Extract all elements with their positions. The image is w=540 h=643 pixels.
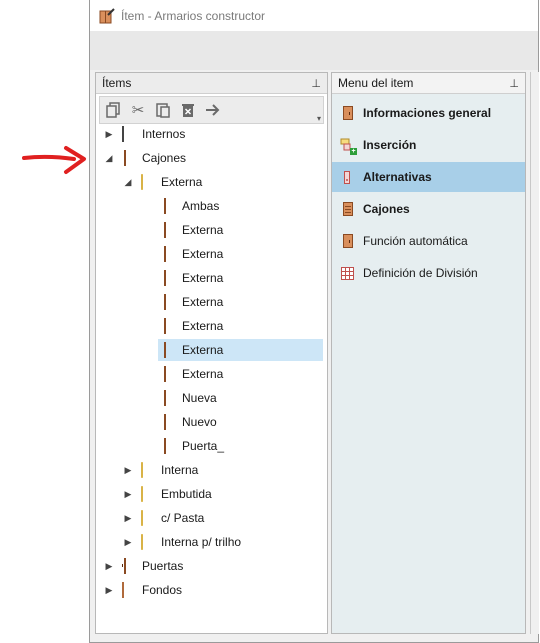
drawer-icon [162,318,176,334]
drawer-icon [122,150,136,166]
paste-icon[interactable] [154,101,172,119]
drawer-icon [162,414,176,430]
tree-item[interactable]: ▶ Puertas [104,555,324,577]
pin-icon[interactable]: ⊥ [311,77,321,90]
division-grid-icon [339,265,355,281]
tree-item[interactable]: ▶ Interna p/ trilho [123,531,323,553]
main-toolbar-area [90,31,538,70]
menu-funcion-automatica[interactable]: Función automática [332,226,525,256]
item-menu-header: Menu del item ⊥ [332,73,525,94]
door-icon [122,558,136,574]
folder-icon [141,462,155,478]
app-window: Ítem - Armarios constructor Ítems ⊥ ✂ ▾ [89,0,539,643]
menu-alternativas[interactable]: Alternativas [332,162,525,192]
tree-item[interactable]: Externa [158,243,323,265]
window-title: Ítem - Armarios constructor [121,8,266,23]
collapse-arrow-icon[interactable]: ◢ [123,177,133,188]
drawer-icon [339,201,355,217]
expand-arrow-icon[interactable]: ▶ [104,129,114,140]
app-icon [99,7,115,24]
drawer-icon [162,270,176,286]
folder-icon [141,486,155,502]
folder-icon [141,510,155,526]
tree-item[interactable]: ▶ c/ Pasta [123,507,323,529]
title-bar: Ítem - Armarios constructor [90,0,538,31]
collapse-arrow-icon[interactable]: ◢ [104,153,114,164]
drawer-icon [162,390,176,406]
arrow-right-icon[interactable] [204,101,222,119]
right-dock-edge [530,72,539,634]
tree-item-selected[interactable]: Externa [158,339,323,361]
drawer-icon [162,246,176,262]
items-pane-header: Ítems ⊥ [96,73,327,94]
tree-item[interactable]: Nueva [158,387,323,409]
tree-item[interactable]: Nuevo [158,411,323,433]
tree-item[interactable]: Ambas [158,195,323,217]
insert-icon: + [339,137,357,155]
annotation-arrow-icon [22,146,86,174]
tree-item[interactable]: ▶ Internos [104,123,324,145]
item-menu-pane: Menu del item ⊥ Informaciones general + … [331,72,526,634]
expand-arrow-icon[interactable]: ▶ [104,561,114,572]
alternatives-icon [339,169,355,185]
folder-icon [141,534,155,550]
drawer-icon [162,294,176,310]
drawer-icon [162,222,176,238]
toolbar-overflow-icon[interactable]: ▾ [317,114,321,123]
tree-item[interactable]: Externa [158,291,323,313]
tree-item[interactable]: Externa [158,315,323,337]
menu-insercion[interactable]: + Inserción [332,130,525,160]
expand-arrow-icon[interactable]: ▶ [123,537,133,548]
drawer-icon [162,342,176,358]
drawer-icon [162,198,176,214]
copy-icon[interactable] [104,101,122,119]
tree-item[interactable]: Externa [158,219,323,241]
expand-arrow-icon[interactable]: ▶ [123,489,133,500]
tree-item[interactable]: ◢ Cajones [104,147,324,169]
expand-arrow-icon[interactable]: ▶ [123,513,133,524]
tree-item[interactable]: ▶ Interna [123,459,323,481]
menu-definicion-de-division[interactable]: Definición de División [332,258,525,288]
back-panel-icon [122,582,136,598]
tree-item[interactable]: Puerta_ [158,435,323,457]
cabinet-info-icon [339,105,355,121]
delete-icon[interactable] [179,101,197,119]
drawer-icon [162,366,176,382]
item-menu-title: Menu del item [338,76,414,90]
tree-item[interactable]: ◢ Externa [123,171,323,193]
drawer-icon [162,438,176,454]
tree-item[interactable]: Externa [158,363,323,385]
menu-informaciones-general[interactable]: Informaciones general [332,98,525,128]
items-pane-title: Ítems [102,76,132,90]
auto-function-icon [339,233,355,249]
items-toolbar: ✂ ▾ [99,96,324,124]
tree-item[interactable]: ▶ Fondos [104,579,324,601]
tree-item[interactable]: ▶ Embutida [123,483,323,505]
expand-arrow-icon[interactable]: ▶ [123,465,133,476]
folder-icon [141,174,155,190]
pin-icon[interactable]: ⊥ [509,77,519,90]
tree-item[interactable]: Externa [158,267,323,289]
items-pane: Ítems ⊥ ✂ ▾ ▶ Internos ◢ Cajones ◢ Exter… [95,72,328,634]
menu-cajones[interactable]: Cajones [332,194,525,224]
cut-icon[interactable]: ✂ [129,101,147,119]
expand-arrow-icon[interactable]: ▶ [104,585,114,596]
internal-icon [122,126,136,142]
